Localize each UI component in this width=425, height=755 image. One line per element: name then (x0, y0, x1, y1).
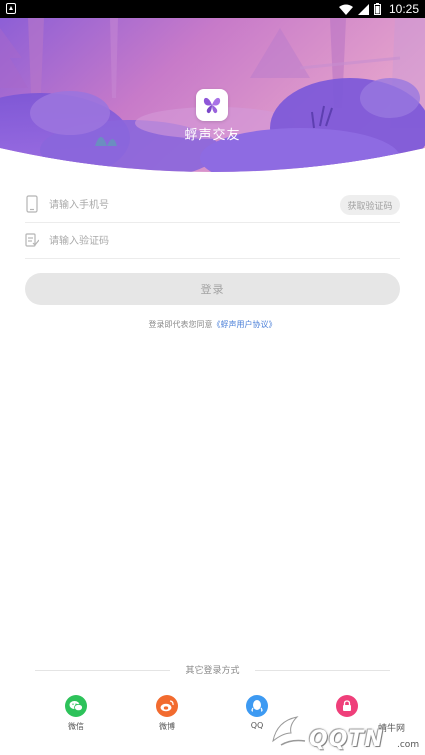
phone-icon (26, 195, 38, 213)
agreement-prefix: 登录即代表您同意 (148, 320, 213, 329)
watermark-suffix: .com (397, 740, 420, 750)
agreement-text: 登录即代表您同意《蜉声用户协议》 (0, 319, 425, 330)
weibo-label: 微博 (159, 722, 175, 731)
user-agreement-link[interactable]: 《蜉声用户协议》 (213, 320, 277, 329)
wechat-login-button[interactable]: 微信 (56, 695, 96, 732)
signal-icon (357, 3, 369, 15)
code-row (25, 223, 400, 259)
verification-icon (25, 233, 39, 247)
battery-icon (373, 3, 381, 15)
login-button[interactable]: 登录 (25, 273, 400, 305)
watermark-logo (272, 716, 306, 746)
app-name: 蜉声交友 (184, 128, 241, 143)
other-login-divider: 其它登录方式 (35, 663, 390, 677)
status-bar: 10:25 (0, 0, 425, 18)
butterfly-icon (203, 97, 221, 114)
wifi-icon (338, 4, 353, 15)
notification-icon (6, 3, 16, 14)
phone-row: 获取验证码 (25, 187, 400, 223)
code-input[interactable] (49, 232, 289, 250)
watermark: 蜻牛网 QQTN .com (265, 705, 425, 755)
watermark-brand: QQTN (309, 727, 384, 752)
get-code-button[interactable]: 获取验证码 (340, 195, 400, 215)
wechat-icon (65, 695, 87, 717)
status-time: 10:25 (388, 2, 419, 16)
weibo-icon (156, 695, 178, 717)
header-banner: 蜉声交友 (0, 18, 425, 174)
weibo-login-button[interactable]: 微博 (147, 695, 187, 732)
app-logo (196, 89, 228, 121)
status-icons: 10:25 (338, 1, 419, 17)
phone-input[interactable] (49, 196, 289, 214)
other-login-title: 其它登录方式 (185, 666, 240, 676)
wechat-label: 微信 (68, 722, 84, 731)
